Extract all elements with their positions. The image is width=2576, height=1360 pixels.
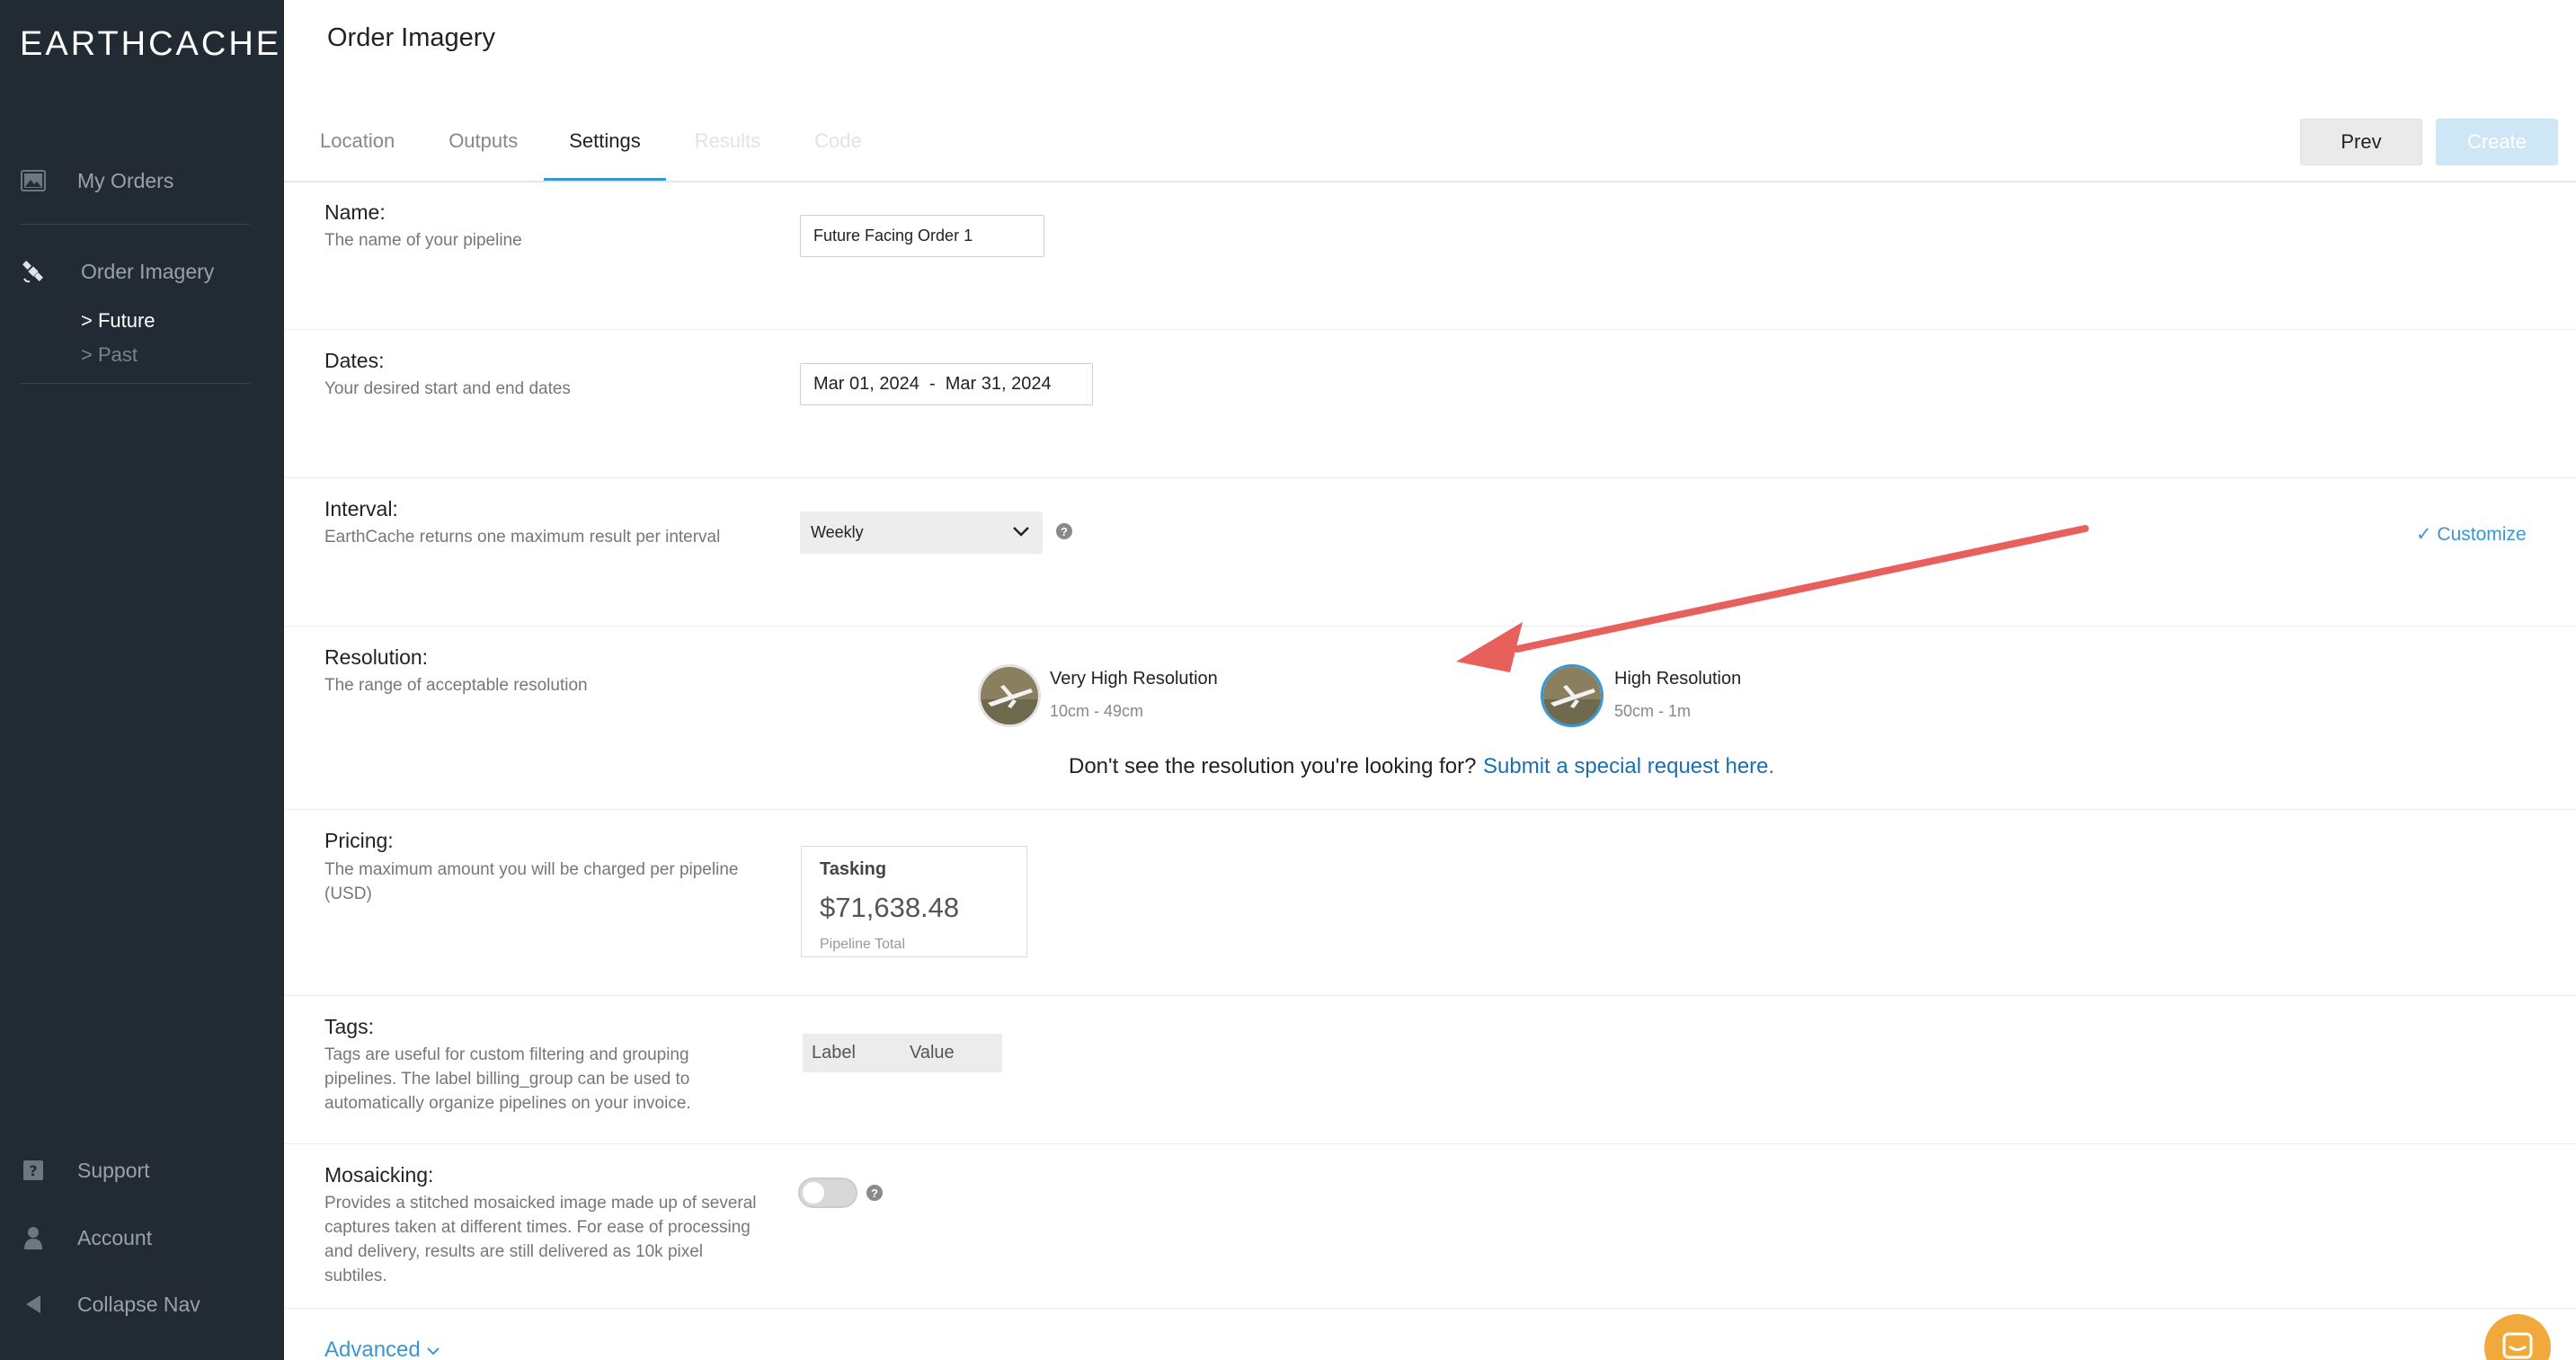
help-icon[interactable]: ? [1056,523,1072,539]
date-range-input[interactable]: Mar 01, 2024 - Mar 31, 2024 [800,363,1093,405]
nav-account[interactable]: Account [0,1224,284,1251]
pricing-card-title: Tasking [820,859,887,879]
subnav-future[interactable]: > Future [81,309,155,333]
satellite-icon [20,258,47,285]
help-icon[interactable]: ? [866,1185,883,1201]
advanced-label: Advanced [324,1338,421,1360]
name-label: Name: [324,200,386,224]
resolution-title: Very High Resolution [1050,669,1218,689]
name-description: The name of your pipeline [324,231,522,250]
nav-my-orders[interactable]: My Orders [0,167,284,194]
interval-label: Interval: [324,497,398,520]
chat-bubble[interactable] [2484,1314,2551,1360]
special-request-link[interactable]: Submit a special request here. [1483,754,1774,779]
tag-value-header[interactable]: Value [910,1043,955,1063]
nav-label: Support [77,1158,150,1182]
resolution-label: Resolution: [324,645,429,669]
chat-icon [2502,1332,2533,1359]
mosaicking-label: Mosaicking: [324,1163,434,1187]
page-title: Order Imagery [327,23,495,52]
dates-description: Your desired start and end dates [324,379,571,398]
tags-description: Tags are useful for custom filtering and… [324,1045,691,1113]
airplane-thumbnail[interactable] [978,664,1041,727]
pricing-amount: $71,638.48 [820,892,960,923]
pipeline-name-input[interactable]: Future Facing Order 1 [800,215,1044,257]
divider [284,329,2576,330]
image-icon [20,167,47,194]
divider [20,383,250,384]
nav-label: Collapse Nav [77,1292,200,1316]
pricing-description: The maximum amount you will be charged p… [324,860,739,903]
svg-text:?: ? [29,1162,37,1179]
tab-bar: Location Outputs Settings Results Code [302,117,862,182]
resolution-description: The range of acceptable resolution [324,676,588,695]
collapse-icon [20,1291,47,1318]
divider [284,809,2576,810]
subnav-past[interactable]: > Past [81,343,138,367]
customize-link[interactable]: ✓ Customize [2416,523,2527,546]
toggle-knob [803,1182,824,1204]
divider [284,995,2576,996]
resolution-range: 10cm - 49cm [1050,702,1144,720]
divider [20,224,250,225]
sidebar: EARTHCACHE My Orders Order Imagery > Fut… [0,0,284,1360]
interval-description: EarthCache returns one maximum result pe… [324,528,721,547]
interval-select-value: Weekly [811,523,864,541]
tab-code: Code [814,129,862,152]
user-icon [20,1224,47,1251]
nav-support[interactable]: ? Support [0,1157,284,1184]
tab-settings[interactable]: Settings [544,117,666,182]
resolution-range: 50cm - 1m [1614,702,1692,720]
divider [284,1308,2576,1309]
nav-collapse[interactable]: Collapse Nav [0,1291,284,1318]
chevron-down-icon [1012,523,1030,542]
nav-order-imagery[interactable]: Order Imagery [0,258,284,285]
help-icon: ? [20,1157,47,1184]
prev-button[interactable]: Prev [2300,119,2422,165]
mosaicking-description: Provides a stitched mosaicked image made… [324,1194,757,1285]
earthcache-logo[interactable]: EARTHCACHE [20,25,281,64]
advanced-toggle[interactable]: Advanced [324,1338,440,1360]
tag-label-header[interactable]: Label [812,1043,856,1063]
resolution-title: High Resolution [1614,669,1742,689]
chevron-down-icon [426,1338,440,1360]
interval-select[interactable]: Weekly [800,511,1043,554]
mosaicking-toggle[interactable] [798,1178,857,1208]
tab-location[interactable]: Location [320,117,395,182]
divider [284,477,2576,478]
tags-label: Tags: [324,1015,374,1038]
airplane-thumbnail[interactable] [1541,664,1603,727]
tab-outputs[interactable]: Outputs [449,117,518,182]
tags-editor[interactable]: Label Value [803,1034,1002,1072]
pricing-subtitle: Pipeline Total [820,937,905,952]
tab-underline-divider [284,181,2576,182]
divider [284,1143,2576,1144]
pricing-card: Tasking $71,638.48 Pipeline Total [801,846,1027,957]
pricing-label: Pricing: [324,829,394,852]
tab-results: Results [694,129,761,152]
resolution-prompt: Don't see the resolution you're looking … [1069,754,1477,778]
nav-label: Order Imagery [81,259,215,283]
nav-label: My Orders [77,168,174,192]
nav-label: Account [77,1225,153,1249]
divider [284,626,2576,627]
create-button[interactable]: Create [2436,119,2558,165]
dates-label: Dates: [324,349,385,372]
